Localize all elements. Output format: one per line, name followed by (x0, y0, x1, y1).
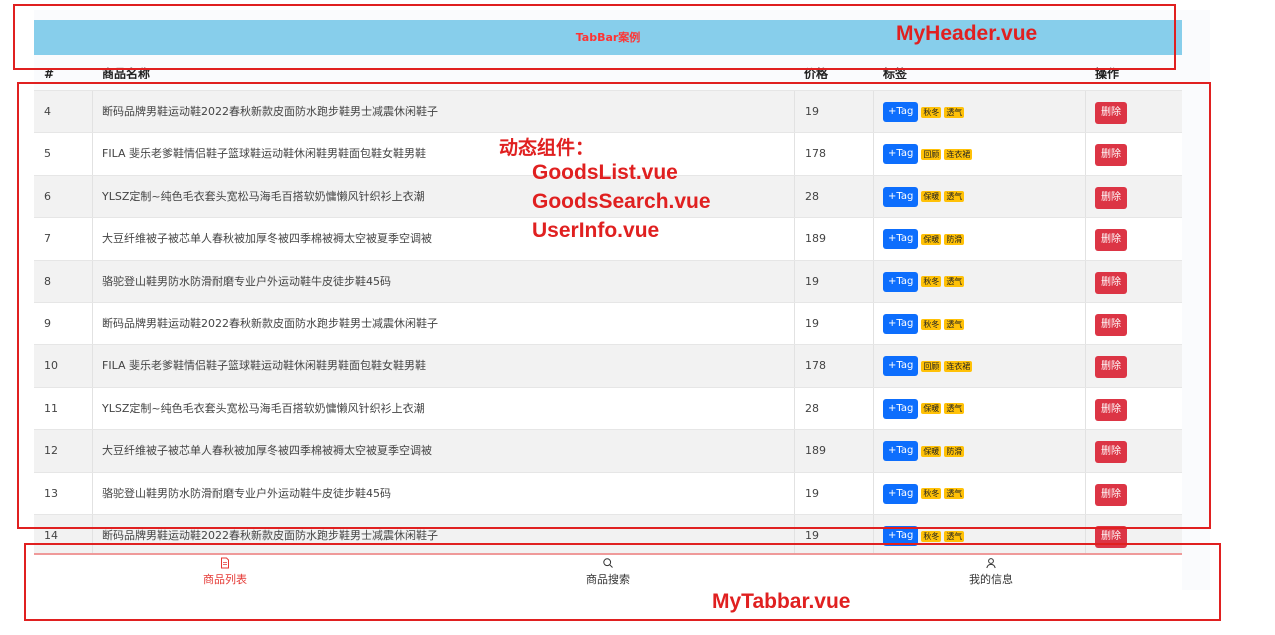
tag-badge: 秋冬 (921, 530, 942, 542)
dynamic-component-userinfo-label: UserInfo.vue (532, 219, 660, 242)
header-annotation-label: MyHeader.vue (896, 22, 1038, 45)
tabbar-annotation-box (24, 543, 1221, 621)
dynamic-component-annotation-title: 动态组件： (499, 138, 595, 159)
tag-badge: 透气 (944, 530, 965, 542)
dynamic-component-annotation-box (17, 82, 1211, 529)
dynamic-component-goodslist-label: GoodsList.vue (532, 161, 678, 184)
dynamic-component-goodssearch-label: GoodsSearch.vue (532, 190, 711, 213)
tabbar-annotation-label: MyTabbar.vue (712, 590, 851, 613)
